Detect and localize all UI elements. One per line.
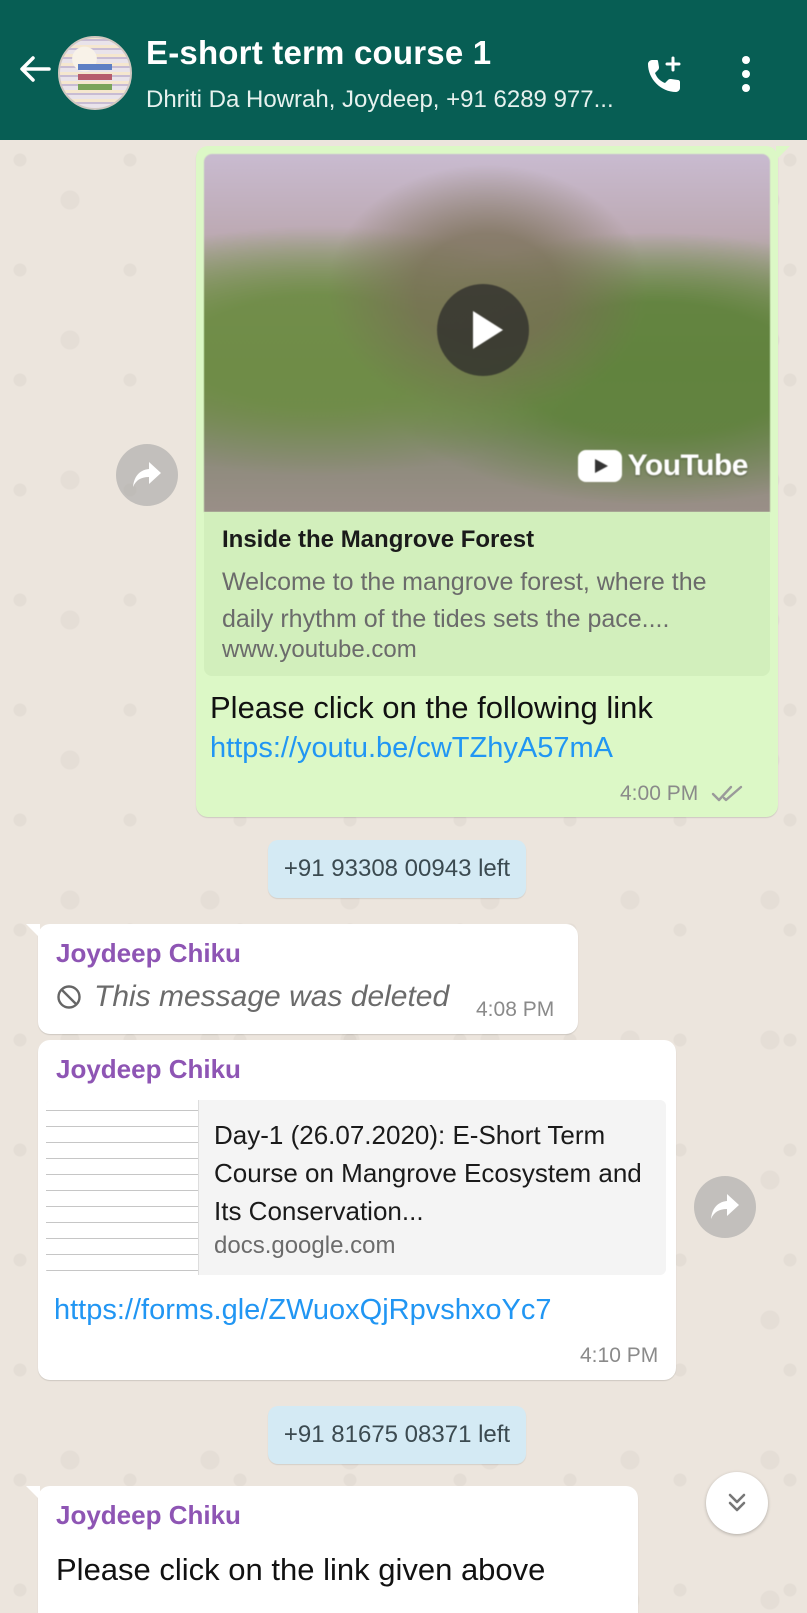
deleted-message-text: This message was deleted (94, 980, 450, 1013)
message-time: 4:10 PM (580, 1344, 659, 1367)
forward-icon (133, 462, 161, 487)
incoming-message-last[interactable]: Joydeep Chiku Please click on the link g… (26, 1486, 638, 1613)
link-preview[interactable]: Inside the Mangrove Forest Welcome to th… (204, 512, 770, 676)
chat-header: E-short term course 1 Dhriti Da Howrah, … (0, 0, 807, 140)
play-icon[interactable] (437, 284, 529, 376)
system-notice: +91 81675 08371 left (268, 1406, 526, 1464)
sender-name[interactable]: Joydeep Chiku (56, 1054, 241, 1085)
message-link[interactable]: https://forms.gle/ZWuoxQjRpvshxoYc7 (54, 1294, 551, 1327)
back-arrow-icon[interactable] (18, 52, 52, 86)
forward-icon (711, 1194, 739, 1219)
chat-messages[interactable]: YouTube Inside the Mangrove Forest Welco… (0, 140, 807, 1613)
message-text: Please click on the link given above (56, 1552, 546, 1587)
group-avatar[interactable] (58, 36, 132, 110)
deleted-icon (57, 985, 81, 1009)
incoming-message-deleted[interactable]: Joydeep Chiku This message was deleted 4… (26, 924, 578, 1034)
add-call-icon[interactable] (644, 54, 686, 96)
outgoing-message-video[interactable]: YouTube Inside the Mangrove Forest Welco… (196, 146, 790, 817)
youtube-label: YouTube (627, 449, 749, 482)
chat-title[interactable]: E-short term course 1 (146, 34, 491, 72)
preview-domain: docs.google.com (214, 1232, 396, 1259)
preview-title: Day-1 (26.07.2020): E-Short Term Course … (214, 1120, 642, 1226)
chat-participants[interactable]: Dhriti Da Howrah, Joydeep, +91 6289 977.… (146, 86, 614, 114)
message-time: 4:08 PM (476, 998, 555, 1021)
document-thumbnail (46, 1100, 199, 1275)
preview-description: Welcome to the mangrove forest, where th… (222, 568, 707, 633)
message-link[interactable]: https://youtu.be/cwTZhyA57mA (210, 732, 613, 765)
scroll-to-bottom-button[interactable] (706, 1472, 768, 1534)
double-chevron-down-icon (728, 1493, 746, 1512)
message-time: 4:00 PM (620, 782, 699, 805)
youtube-badge: YouTube (577, 446, 749, 486)
link-preview[interactable]: Day-1 (26.07.2020): E-Short Term Course … (46, 1100, 666, 1275)
video-thumbnail[interactable]: YouTube (204, 154, 770, 512)
more-options-icon[interactable] (736, 54, 756, 94)
preview-title: Inside the Mangrove Forest (222, 526, 535, 553)
youtube-logo-icon (577, 450, 622, 482)
incoming-message-form[interactable]: Joydeep Chiku Day-1 (26.07.2020): E-Shor… (38, 1040, 676, 1380)
system-notice: +91 93308 00943 left (268, 840, 526, 898)
sender-name[interactable]: Joydeep Chiku (56, 938, 241, 969)
sender-name[interactable]: Joydeep Chiku (56, 1500, 241, 1531)
preview-domain: www.youtube.com (222, 636, 417, 663)
forward-button[interactable] (116, 444, 178, 506)
forward-button[interactable] (694, 1176, 756, 1238)
message-text: Please click on the following link (210, 690, 653, 725)
double-tick-icon (711, 785, 743, 802)
